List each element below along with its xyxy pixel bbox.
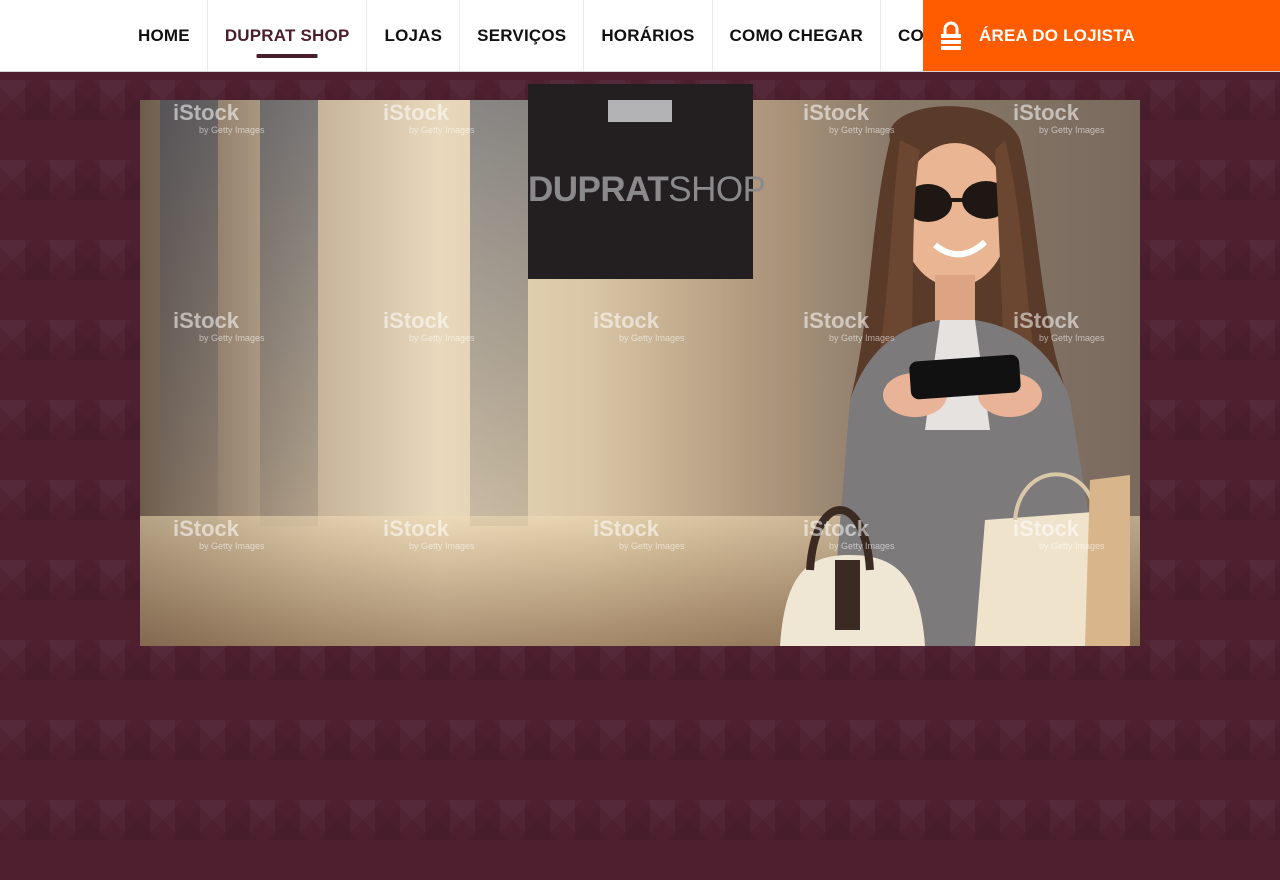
logo-text-bold: DUPRAT [528, 170, 669, 209]
watermark: iStock by Getty Images [1013, 100, 1105, 135]
watermark: iStock by Getty Images [173, 308, 265, 343]
nav-item-label: COMO CHEGAR [729, 25, 864, 45]
nav-item-lojas[interactable]: LOJAS [367, 0, 461, 71]
nav-item-label: LOJAS [384, 25, 443, 45]
watermark: iStock by Getty Images [593, 308, 685, 343]
watermark: iStock by Getty Images [383, 308, 475, 343]
watermark: iStock by Getty Images [383, 100, 475, 135]
watermark: iStock by Getty Images [1013, 308, 1105, 343]
nav-item-duprat-shop[interactable]: DUPRAT SHOP [208, 0, 368, 71]
main-nav: HOME DUPRAT SHOP LOJAS SERVIÇOS HORÁRIOS… [121, 0, 998, 71]
site-header: HOME DUPRAT SHOP LOJAS SERVIÇOS HORÁRIOS… [0, 0, 1280, 72]
active-indicator [256, 54, 318, 58]
nav-item-label: SERVIÇOS [477, 25, 567, 45]
watermark: iStock by Getty Images [383, 516, 475, 551]
watermark: iStock by Getty Images [593, 516, 685, 551]
nav-item-label: DUPRAT SHOP [224, 25, 350, 45]
nav-item-horarios[interactable]: HORÁRIOS [584, 0, 713, 71]
logo-text-light: SHOP [668, 170, 766, 209]
watermark: iStock by Getty Images [803, 100, 895, 135]
watermark: iStock by Getty Images [803, 516, 895, 551]
area-do-lojista-label: ÁREA DO LOJISTA [979, 25, 1136, 45]
woman-with-phone-illustration [780, 106, 1130, 646]
area-do-lojista-button[interactable]: ÁREA DO LOJISTA [923, 0, 1280, 71]
watermark: iStock by Getty Images [1013, 516, 1105, 551]
watermark: iStock by Getty Images [803, 308, 895, 343]
lock-icon [940, 21, 962, 51]
store-window-decor [260, 100, 318, 526]
logo-wordmark: DUPRATSHOP [528, 170, 766, 210]
nav-item-label: HOME [138, 25, 190, 45]
nav-item-home[interactable]: HOME [121, 0, 208, 71]
watermark: iStock by Getty Images [173, 100, 265, 135]
watermark: iStock by Getty Images [173, 516, 265, 551]
logo-bar-decor [608, 100, 672, 122]
duprat-shop-logo[interactable]: DUPRATSHOP [528, 84, 766, 279]
nav-item-como-chegar[interactable]: COMO CHEGAR [713, 0, 882, 71]
store-window-decor [470, 100, 528, 526]
nav-item-servicos[interactable]: SERVIÇOS [460, 0, 585, 71]
nav-item-label: HORÁRIOS [601, 25, 695, 45]
